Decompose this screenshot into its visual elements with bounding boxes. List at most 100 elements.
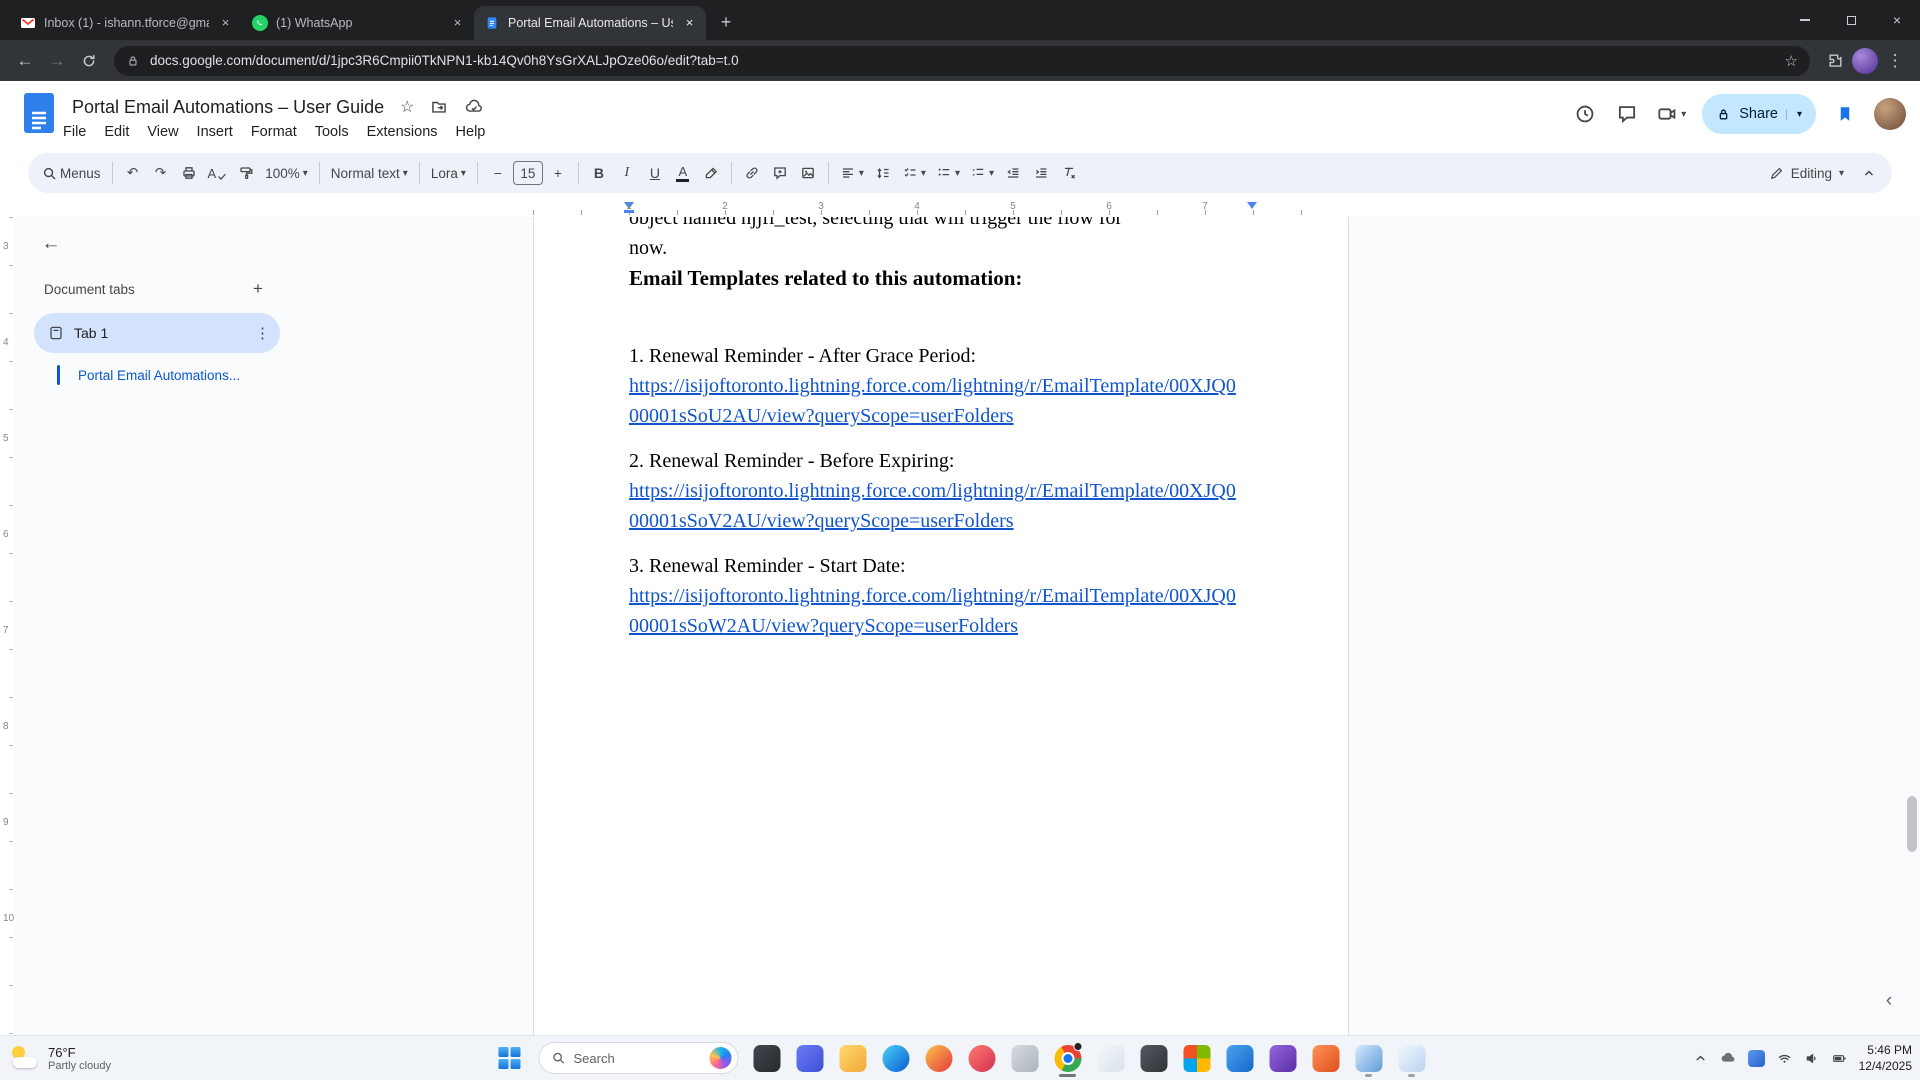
browser-tab-gmail[interactable]: Inbox (1) - ishann.tforce@gma... × — [10, 6, 242, 40]
bulleted-list-button[interactable]: ▾ — [932, 159, 964, 187]
text-color-button[interactable]: A — [670, 159, 696, 187]
chevron-down-icon[interactable]: ▾ — [1681, 109, 1686, 120]
menu-file[interactable]: File — [54, 121, 95, 143]
italic-button[interactable]: I — [614, 159, 640, 187]
document-page[interactable]: object named hjjfl_test, selecting that … — [533, 217, 1349, 1035]
close-window-button[interactable]: × — [1874, 0, 1920, 40]
menu-extensions[interactable]: Extensions — [358, 121, 447, 143]
spellcheck-icon[interactable]: A — [204, 159, 232, 187]
comments-icon[interactable] — [1614, 103, 1640, 125]
close-tabs-panel-button[interactable]: ← — [36, 229, 66, 259]
browser-tab-docs[interactable]: Portal Email Automations – Use... × — [474, 6, 706, 40]
orange-app-icon[interactable] — [1311, 1037, 1341, 1079]
purple-app-icon[interactable] — [1268, 1037, 1298, 1079]
document-title[interactable]: Portal Email Automations – User Guide — [72, 97, 384, 118]
scrollbar-thumb[interactable] — [1907, 796, 1917, 852]
increase-font-size-button[interactable]: + — [545, 159, 571, 187]
item-link[interactable]: https://isijoftoronto.lightning.force.co… — [629, 476, 1245, 536]
paint-format-icon[interactable] — [233, 159, 259, 187]
red-app-icon[interactable] — [967, 1037, 997, 1079]
move-folder-icon[interactable] — [430, 98, 448, 116]
bold-button[interactable]: B — [586, 159, 612, 187]
bookmark-icon[interactable] — [1832, 104, 1858, 124]
join-call-button[interactable]: ▾ — [1656, 103, 1686, 125]
wifi-icon[interactable] — [1776, 1051, 1793, 1066]
star-document-icon[interactable]: ☆ — [400, 97, 414, 117]
version-history-icon[interactable] — [1572, 103, 1598, 125]
tray-app-icon[interactable] — [1748, 1050, 1765, 1067]
light-app-icon[interactable] — [1096, 1037, 1126, 1079]
monitor-app-icon[interactable] — [1354, 1037, 1384, 1079]
side-panel-toggle[interactable]: ‹ — [1876, 988, 1902, 1014]
browser-profile-avatar[interactable] — [1852, 48, 1878, 74]
font-select[interactable]: Lora ▾ — [427, 159, 470, 187]
terminal-app-icon[interactable] — [752, 1037, 782, 1079]
hidden-icons-chevron[interactable] — [1693, 1051, 1708, 1066]
tab-close-icon[interactable]: × — [449, 15, 466, 32]
menu-view[interactable]: View — [138, 121, 187, 143]
gray-app-icon[interactable] — [1010, 1037, 1040, 1079]
item-link[interactable]: https://isijoftoronto.lightning.force.co… — [629, 581, 1245, 641]
new-tab-button[interactable]: + — [712, 8, 740, 36]
menu-tools[interactable]: Tools — [306, 121, 358, 143]
highlight-color-button[interactable] — [698, 159, 724, 187]
print-icon[interactable] — [176, 159, 202, 187]
add-tab-button[interactable]: + — [246, 279, 270, 299]
maximize-button[interactable] — [1828, 0, 1874, 40]
outline-item-current[interactable]: Portal Email Automations... — [57, 365, 240, 385]
underline-button[interactable]: U — [642, 159, 668, 187]
firefox-browser-icon[interactable] — [924, 1037, 954, 1079]
menu-insert[interactable]: Insert — [188, 121, 242, 143]
address-bar[interactable]: docs.google.com/document/d/1jpc3R6Cmpii0… — [114, 46, 1810, 76]
minimize-button[interactable] — [1782, 0, 1828, 40]
camera-app-icon[interactable] — [1139, 1037, 1169, 1079]
font-size-input[interactable]: 15 — [513, 161, 543, 185]
store-app-icon[interactable] — [1182, 1037, 1212, 1079]
hide-menus-icon[interactable] — [1856, 159, 1882, 187]
decrease-indent-icon[interactable] — [1000, 159, 1026, 187]
increase-indent-icon[interactable] — [1028, 159, 1054, 187]
add-comment-icon[interactable] — [767, 159, 793, 187]
share-options-icon[interactable]: ▾ — [1786, 109, 1802, 120]
decrease-font-size-button[interactable]: − — [485, 159, 511, 187]
menu-edit[interactable]: Edit — [95, 121, 138, 143]
share-button[interactable]: Share ▾ — [1702, 94, 1816, 134]
chrome-browser-icon[interactable] — [1053, 1037, 1083, 1079]
insert-link-icon[interactable] — [739, 159, 765, 187]
redo-icon[interactable]: ↷ — [148, 159, 174, 187]
taskbar-search[interactable]: Search — [539, 1042, 739, 1074]
account-avatar[interactable] — [1874, 98, 1906, 130]
paragraph-style-select[interactable]: Normal text ▾ — [327, 159, 412, 187]
line-spacing-icon[interactable] — [870, 159, 896, 187]
weather-widget[interactable]: 76°F Partly cloudy — [10, 1036, 111, 1080]
insert-image-icon[interactable] — [795, 159, 821, 187]
tab-options-icon[interactable]: ⋮ — [255, 324, 270, 342]
onedrive-cloud-icon[interactable] — [1719, 1050, 1737, 1066]
extensions-icon[interactable] — [1820, 46, 1850, 76]
numbered-list-button[interactable]: ▾ — [966, 159, 998, 187]
file-explorer-icon[interactable] — [838, 1037, 868, 1079]
forward-icon[interactable]: → — [42, 46, 72, 76]
tab-close-icon[interactable]: × — [681, 15, 698, 32]
align-button[interactable]: ▾ — [836, 159, 868, 187]
notes-app-icon[interactable] — [1397, 1037, 1427, 1079]
blue-app-icon[interactable] — [1225, 1037, 1255, 1079]
clear-formatting-icon[interactable] — [1056, 159, 1082, 187]
menu-help[interactable]: Help — [447, 121, 495, 143]
sidebar-item-tab1[interactable]: Tab 1 ⋮ — [34, 313, 280, 353]
reload-icon[interactable] — [74, 46, 104, 76]
editing-mode-select[interactable]: Editing ▾ — [1759, 157, 1854, 189]
zoom-select[interactable]: 100% ▾ — [261, 159, 312, 187]
right-indent-marker[interactable] — [1247, 202, 1257, 209]
menus-search-button[interactable]: Menus — [38, 159, 105, 187]
tab-close-icon[interactable]: × — [217, 15, 234, 32]
browser-tab-whatsapp[interactable]: (1) WhatsApp × — [242, 6, 474, 40]
item-link[interactable]: https://isijoftoronto.lightning.force.co… — [629, 371, 1245, 431]
undo-icon[interactable]: ↶ — [120, 159, 146, 187]
menu-format[interactable]: Format — [242, 121, 306, 143]
edge-browser-icon[interactable] — [881, 1037, 911, 1079]
google-docs-logo[interactable] — [24, 93, 54, 133]
bookmark-star-icon[interactable]: ☆ — [1785, 52, 1798, 70]
volume-icon[interactable] — [1804, 1051, 1820, 1066]
browser-menu-icon[interactable]: ⋮ — [1880, 46, 1910, 76]
